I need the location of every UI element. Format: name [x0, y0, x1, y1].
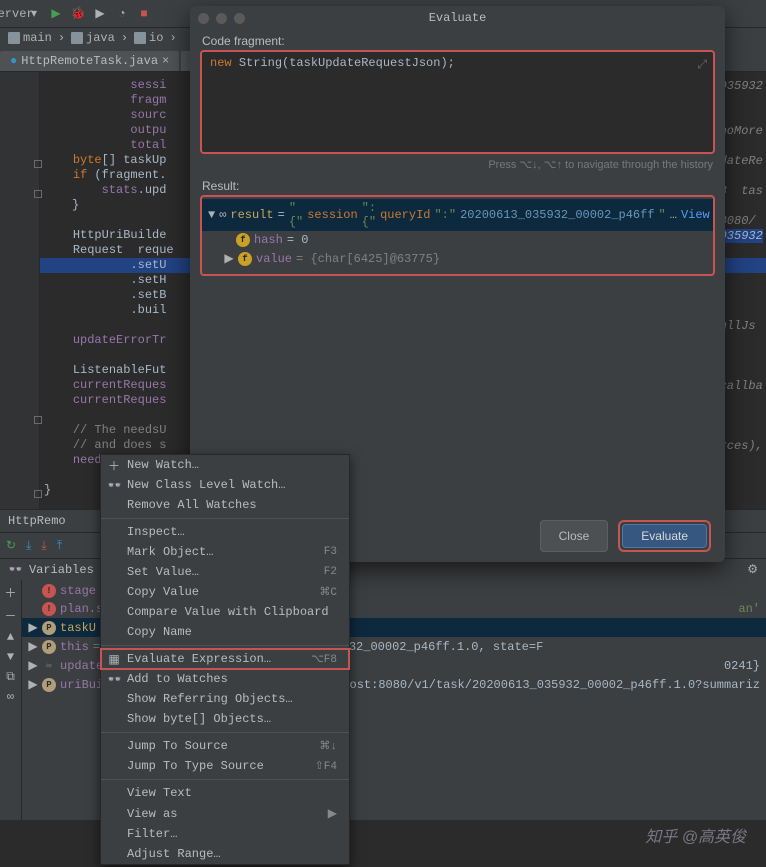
code-fragment-label: Code fragment:: [190, 30, 725, 50]
remove-icon[interactable]: －: [4, 607, 16, 624]
crumb-io[interactable]: io: [134, 31, 163, 45]
add-icon[interactable]: ＋: [4, 584, 16, 601]
menu-inspect[interactable]: Inspect…: [101, 522, 349, 542]
twisty-open-icon[interactable]: ▼: [208, 208, 215, 222]
menu-mark-object[interactable]: Mark Object…F3: [101, 542, 349, 562]
calculator-icon: ▦: [107, 652, 121, 667]
view-link[interactable]: View: [681, 208, 710, 222]
plus-icon: ＋: [107, 457, 121, 474]
link-icon: ∞: [42, 659, 56, 673]
stop-icon[interactable]: ■: [136, 6, 152, 22]
dialog-title: Evaluate: [429, 11, 487, 25]
copy-icon[interactable]: ⧉: [6, 670, 15, 684]
menu-compare-value[interactable]: Compare Value with Clipboard: [101, 602, 349, 622]
error-icon: !: [42, 602, 56, 616]
dialog-titlebar[interactable]: Evaluate: [190, 6, 725, 30]
glasses-icon: 👓: [107, 478, 121, 493]
vars-gutter: ＋ － ▲ ▼ ⧉ ∞: [0, 580, 22, 820]
result-hash-row[interactable]: f hash = 0: [202, 231, 713, 249]
menu-view-text[interactable]: View Text: [101, 783, 349, 803]
folder-icon: [134, 32, 146, 44]
history-hint: Press ⌥↓, ⌥↑ to navigate through the his…: [190, 154, 725, 175]
glasses-icon: 👓: [107, 672, 121, 687]
coverage-icon[interactable]: ▶: [92, 6, 108, 22]
menu-set-value[interactable]: Set Value…F2: [101, 562, 349, 582]
result-root-row[interactable]: ▼ ∞ result = "{"session":{"queryId":"202…: [202, 199, 713, 231]
error-icon: !: [42, 584, 56, 598]
context-menu: ＋New Watch… 👓New Class Level Watch… Remo…: [100, 454, 350, 865]
crumb-java[interactable]: java: [71, 31, 115, 45]
watermark: 知乎 @高英俊: [645, 823, 746, 847]
menu-jump-source[interactable]: Jump To Source⌘↓: [101, 736, 349, 756]
menu-filter[interactable]: Filter…: [101, 824, 349, 844]
fold-icon[interactable]: [34, 160, 42, 168]
menu-adjust-range[interactable]: Adjust Range…: [101, 844, 349, 864]
expand-icon[interactable]: ⤢: [697, 58, 707, 72]
param-icon: P: [42, 621, 56, 635]
field-icon: f: [236, 233, 250, 247]
result-tree[interactable]: ▼ ∞ result = "{"session":{"queryId":"202…: [200, 195, 715, 276]
link-icon[interactable]: ∞: [7, 690, 14, 704]
window-controls[interactable]: [198, 13, 245, 24]
fold-icon[interactable]: [34, 190, 42, 198]
up-icon[interactable]: ▲: [7, 630, 14, 644]
folder-icon: [8, 32, 20, 44]
menu-copy-value[interactable]: Copy Value⌘C: [101, 582, 349, 602]
step-over-icon[interactable]: ⤓: [26, 539, 31, 553]
step-into-icon[interactable]: ⤒: [57, 539, 62, 553]
menu-evaluate-expression[interactable]: ▦Evaluate Expression…⌥F8: [101, 649, 349, 669]
debug-icon[interactable]: 🐞: [70, 6, 86, 22]
evaluate-button[interactable]: Evaluate: [622, 524, 707, 548]
menu-show-referring[interactable]: Show Referring Objects…: [101, 689, 349, 709]
twisty-closed-icon[interactable]: ▶: [224, 251, 234, 266]
tab-http-remote[interactable]: ● HttpRemoteTask.java ×: [0, 51, 179, 71]
field-icon: f: [238, 252, 252, 266]
dropdown[interactable]: server: [4, 6, 20, 22]
menu-view-as[interactable]: View as▶: [101, 803, 349, 824]
menu-copy-name[interactable]: Copy Name: [101, 622, 349, 642]
glasses-icon: 👓: [8, 562, 23, 577]
down-icon[interactable]: ▼: [7, 650, 14, 664]
param-icon: P: [42, 640, 56, 654]
settings-icon[interactable]: ⚙: [747, 562, 758, 577]
close-button[interactable]: Close: [540, 520, 609, 552]
menu-jump-type-source[interactable]: Jump To Type Source⇧F4: [101, 756, 349, 776]
result-label: Result:: [190, 175, 725, 195]
hammer-icon[interactable]: ▾: [26, 6, 42, 22]
stop-icon[interactable]: ⤓: [41, 539, 46, 553]
fold-icon[interactable]: [34, 490, 42, 498]
rerun-icon[interactable]: ↻: [6, 538, 16, 553]
code-fragment-input[interactable]: new String(taskUpdateRequestJson); ⤢: [200, 50, 715, 154]
debug-tab-label[interactable]: HttpRemo: [8, 514, 66, 528]
folder-icon: [71, 32, 83, 44]
crumb-main[interactable]: main: [8, 31, 52, 45]
menu-new-watch[interactable]: ＋New Watch…: [101, 455, 349, 475]
link-icon: ∞: [219, 208, 226, 222]
menu-add-to-watches[interactable]: 👓Add to Watches: [101, 669, 349, 689]
fold-icon[interactable]: [34, 416, 42, 424]
menu-new-class-watch[interactable]: 👓New Class Level Watch…: [101, 475, 349, 495]
close-icon[interactable]: ×: [162, 54, 169, 68]
gutter: [0, 72, 40, 509]
result-value-row[interactable]: ▶ f value = {char[6425]@63775}: [202, 249, 713, 268]
menu-show-byte[interactable]: Show byte[] Objects…: [101, 709, 349, 729]
java-icon: ●: [10, 54, 17, 68]
run-icon[interactable]: ▶: [48, 6, 64, 22]
profile-icon[interactable]: ◔: [114, 6, 130, 22]
param-icon: P: [42, 678, 56, 692]
menu-remove-watches[interactable]: Remove All Watches: [101, 495, 349, 515]
